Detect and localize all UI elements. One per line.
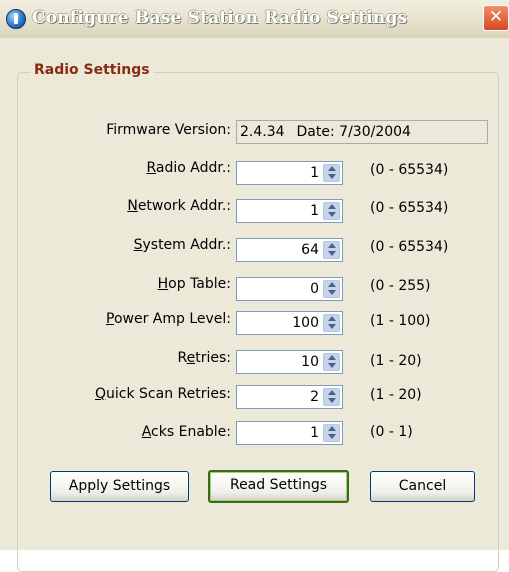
firmware-label: Firmware Version: <box>106 122 231 138</box>
read-settings-button[interactable]: Read Settings <box>208 470 349 503</box>
quick-scan-spinner[interactable]: 2 <box>236 385 343 409</box>
hop-table-range: (0 - 255) <box>370 278 431 294</box>
acks-enable-value[interactable]: 1 <box>310 422 319 444</box>
spin-updown-icon[interactable] <box>323 241 340 259</box>
system-addr-value[interactable]: 64 <box>301 239 319 261</box>
radio-addr-label: Radio Addr.: <box>146 160 231 176</box>
network-addr-label: Network Addr.: <box>127 198 231 214</box>
acks-enable-range: (0 - 1) <box>370 424 413 440</box>
spin-updown-icon[interactable] <box>323 388 340 406</box>
firmware-display: 2.4.34 Date: 7/30/2004 <box>236 120 488 144</box>
network-addr-value[interactable]: 1 <box>310 200 319 222</box>
spin-updown-icon[interactable] <box>323 314 340 332</box>
retries-spinner[interactable]: 10 <box>236 350 343 374</box>
spin-updown-icon[interactable] <box>323 164 340 182</box>
system-addr-spinner[interactable]: 64 <box>236 238 343 262</box>
quick-scan-value[interactable]: 2 <box>310 386 319 408</box>
radio-addr-spinner[interactable]: 1 <box>236 161 343 185</box>
network-addr-range: (0 - 65534) <box>370 200 449 216</box>
power-amp-label: Power Amp Level: <box>105 311 231 327</box>
acks-enable-spinner[interactable]: 1 <box>236 421 343 445</box>
retries-value[interactable]: 10 <box>301 351 319 373</box>
cancel-button[interactable]: Cancel <box>370 471 475 502</box>
power-amp-range: (1 - 100) <box>370 313 431 329</box>
radio-addr-value[interactable]: 1 <box>310 162 319 184</box>
app-icon <box>6 9 26 29</box>
hop-table-spinner[interactable]: 0 <box>236 277 343 301</box>
power-amp-value[interactable]: 100 <box>292 312 319 334</box>
retries-label: Retries: <box>177 350 232 366</box>
spin-updown-icon[interactable] <box>323 353 340 371</box>
quick-scan-range: (1 - 20) <box>370 387 422 403</box>
apply-settings-button[interactable]: Apply Settings <box>50 471 189 502</box>
firmware-version-value: 2.4.34 <box>240 124 285 140</box>
radio-addr-range: (0 - 65534) <box>370 162 449 178</box>
title-bar[interactable]: Configure Base Station Radio Settings ✕ <box>0 0 509 39</box>
window-title: Configure Base Station Radio Settings <box>32 8 408 28</box>
group-title: Radio Settings <box>30 62 154 78</box>
acks-enable-label: Acks Enable: <box>141 424 231 440</box>
system-addr-range: (0 - 65534) <box>370 239 449 255</box>
close-button[interactable]: ✕ <box>483 5 509 31</box>
retries-range: (1 - 20) <box>370 353 422 369</box>
spin-updown-icon[interactable] <box>323 280 340 298</box>
network-addr-spinner[interactable]: 1 <box>236 199 343 223</box>
quick-scan-label: Quick Scan Retries: <box>94 386 231 402</box>
spin-updown-icon[interactable] <box>323 424 340 442</box>
system-addr-label: System Addr.: <box>133 237 231 253</box>
power-amp-spinner[interactable]: 100 <box>236 311 343 335</box>
dialog-window: Configure Base Station Radio Settings ✕ … <box>0 0 509 572</box>
hop-table-value[interactable]: 0 <box>310 278 319 300</box>
firmware-date-value: Date: 7/30/2004 <box>296 124 411 140</box>
hop-table-label: Hop Table: <box>157 276 231 292</box>
spin-updown-icon[interactable] <box>323 202 340 220</box>
